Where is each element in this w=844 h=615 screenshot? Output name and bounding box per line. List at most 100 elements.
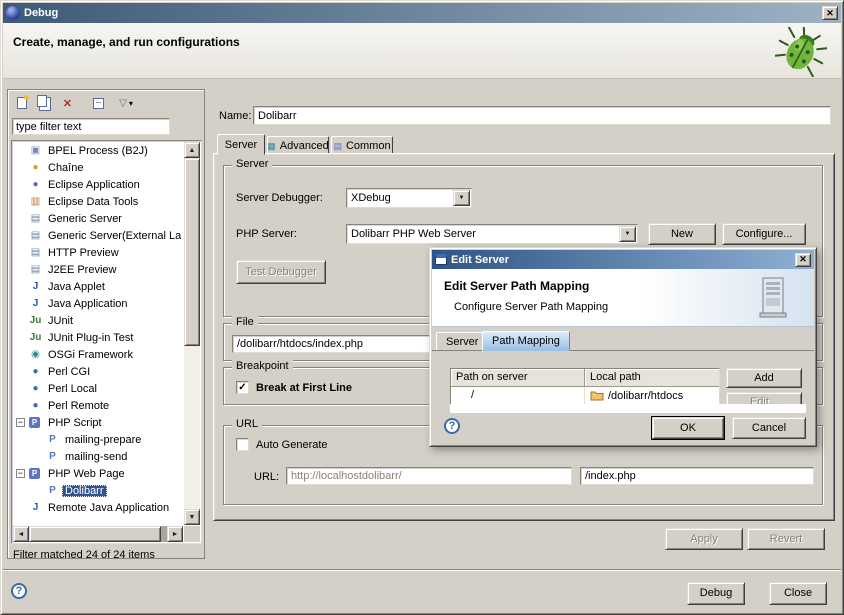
tree-item-label: Generic Server(External La <box>45 230 183 242</box>
path-mapping-row[interactable]: / /dolibarr/htdocs <box>451 387 719 404</box>
tree-item-bpel-process[interactable]: ▣BPEL Process (B2J) <box>13 142 183 159</box>
expander-icon[interactable]: − <box>16 418 25 427</box>
add-mapping-button[interactable]: Add <box>726 368 802 388</box>
java-icon: J <box>29 298 42 309</box>
horizontal-scroll-thumb[interactable] <box>29 526 161 542</box>
configurations-panel: ✕ − ▽▾ ▣BPEL Process (B2J)●Chaîne●Eclips… <box>7 89 205 559</box>
break-first-line-label: Break at First Line <box>256 382 352 394</box>
tree-item-generic-server-external[interactable]: ▤Generic Server(External La <box>13 227 183 244</box>
duplicate-configuration-button[interactable] <box>34 94 55 113</box>
tree-item-junit-plugin-test[interactable]: JuJUnit Plug-in Test <box>13 329 183 346</box>
scroll-right-button[interactable]: ► <box>167 526 183 542</box>
php-server-combo[interactable]: Dolibarr PHP Web Server ▼ <box>346 224 638 244</box>
tree-item-chaine[interactable]: ●Chaîne <box>13 159 183 176</box>
expander-icon[interactable]: − <box>16 469 25 478</box>
new-server-button[interactable]: New <box>648 223 716 245</box>
close-window-icon[interactable]: ✕ <box>822 6 838 20</box>
filter-input[interactable] <box>12 118 170 135</box>
scroll-down-icon: ▼ <box>189 514 196 521</box>
php-file-icon: P <box>46 451 59 462</box>
url-base-input[interactable] <box>286 467 572 485</box>
auto-generate-checkbox[interactable] <box>236 438 249 451</box>
scroll-down-button[interactable]: ▼ <box>184 509 200 525</box>
window-titlebar[interactable]: Debug ✕ <box>3 3 841 23</box>
tree-item-perl-remote[interactable]: ●Perl Remote <box>13 397 183 414</box>
server-debugger-combo[interactable]: XDebug ▼ <box>346 188 472 208</box>
tree-item-java-application[interactable]: JJava Application <box>13 295 183 312</box>
checkmark-icon: ✓ <box>238 382 246 393</box>
dialog-tab-server[interactable]: Server <box>436 332 488 351</box>
tree-item-remote-java-application[interactable]: JRemote Java Application <box>13 499 183 516</box>
tree-item-label: Java Application <box>45 298 131 310</box>
help-icon: ? <box>16 585 23 597</box>
apply-button[interactable]: Apply <box>665 528 743 550</box>
tree-item-generic-server[interactable]: ▤Generic Server <box>13 210 183 227</box>
php-file-icon: P <box>46 434 59 445</box>
php-server-dropdown-icon[interactable]: ▼ <box>619 226 636 242</box>
break-first-line-checkbox[interactable]: ✓ <box>236 381 249 394</box>
perl-icon: ● <box>29 366 42 377</box>
data-tools-icon: ▥ <box>29 196 42 207</box>
dialog-clip-strip <box>450 404 806 413</box>
path-mapping-table-header: Path on server Local path <box>451 369 719 387</box>
tree-item-label: Dolibarr <box>62 485 107 497</box>
tree-item-eclipse-application[interactable]: ●Eclipse Application <box>13 176 183 193</box>
dialog-close-icon[interactable]: ✕ <box>795 253 811 267</box>
tree-item-perl-cgi[interactable]: ●Perl CGI <box>13 363 183 380</box>
tree-item-eclipse-data-tools[interactable]: ▥Eclipse Data Tools <box>13 193 183 210</box>
test-debugger-button[interactable]: Test Debugger <box>236 260 326 284</box>
php-server-label: PHP Server: <box>236 228 297 240</box>
debug-button[interactable]: Debug <box>687 582 745 605</box>
scroll-up-button[interactable]: ▲ <box>184 142 200 158</box>
filter-status: Filter matched 24 of 24 items <box>13 549 155 561</box>
scroll-right-icon: ► <box>172 531 179 538</box>
tree-item-junit[interactable]: JuJUnit <box>13 312 183 329</box>
folder-icon <box>590 390 604 401</box>
tree-item-mailing-send[interactable]: Pmailing-send <box>13 448 183 465</box>
name-input[interactable] <box>253 106 831 125</box>
tree-item-perl-local[interactable]: ●Perl Local <box>13 380 183 397</box>
dialog-help-button[interactable]: ? <box>444 418 460 434</box>
url-path-input[interactable] <box>580 467 814 485</box>
tree-item-php-script[interactable]: −PPHP Script <box>13 414 183 431</box>
tree-item-j2ee-preview[interactable]: ▤J2EE Preview <box>13 261 183 278</box>
collapse-all-button[interactable]: − <box>88 94 109 113</box>
tree-item-http-preview[interactable]: ▤HTTP Preview <box>13 244 183 261</box>
help-button[interactable]: ? <box>11 583 27 599</box>
vertical-scroll-thumb[interactable] <box>184 158 200 346</box>
tab-server[interactable]: Server <box>217 134 265 155</box>
scroll-left-button[interactable]: ◄ <box>13 526 29 542</box>
revert-button[interactable]: Revert <box>747 528 825 550</box>
vertical-scrollbar[interactable]: ▲ ▼ <box>184 142 200 525</box>
banner-heading: Create, manage, and run configurations <box>13 35 240 49</box>
new-configuration-button[interactable] <box>11 94 32 113</box>
configure-server-button[interactable]: Configure... <box>722 223 806 245</box>
server-icon: ▤ <box>29 264 42 275</box>
tree-item-label: J2EE Preview <box>45 264 119 276</box>
cancel-button[interactable]: Cancel <box>732 417 806 439</box>
column-path-on-server[interactable]: Path on server <box>451 369 585 387</box>
tab-advanced-label: Advanced <box>280 137 329 155</box>
url-label: URL: <box>254 471 279 483</box>
tree-item-mailing-prepare[interactable]: Pmailing-prepare <box>13 431 183 448</box>
tree-item-label: mailing-prepare <box>62 434 144 446</box>
banner: Create, manage, and run configurations <box>3 23 841 79</box>
dialog-tab-path-mapping[interactable]: Path Mapping <box>482 331 570 351</box>
edit-server-titlebar[interactable]: Edit Server ✕ <box>432 250 814 269</box>
tree-item-label: mailing-send <box>62 451 130 463</box>
server-group-legend: Server <box>232 158 272 170</box>
ok-button[interactable]: OK <box>652 417 724 439</box>
column-local-path[interactable]: Local path <box>585 369 720 387</box>
tree-item-osgi-framework[interactable]: ◉OSGi Framework <box>13 346 183 363</box>
tree-item-dolibarr[interactable]: PDolibarr <box>13 482 183 499</box>
close-button[interactable]: Close <box>769 582 827 605</box>
osgi-icon: ◉ <box>29 349 42 360</box>
tree-item-label: Eclipse Application <box>45 179 143 191</box>
filter-menu-button[interactable]: ▽▾ <box>111 94 141 113</box>
delete-configuration-button[interactable]: ✕ <box>57 94 78 113</box>
tree-item-php-web-page[interactable]: −PPHP Web Page <box>13 465 183 482</box>
config-tree: ▣BPEL Process (B2J)●Chaîne●Eclipse Appli… <box>11 140 202 544</box>
server-debugger-dropdown-icon[interactable]: ▼ <box>453 190 470 206</box>
tree-item-java-applet[interactable]: JJava Applet <box>13 278 183 295</box>
horizontal-scrollbar[interactable]: ◄ ► <box>13 526 183 542</box>
